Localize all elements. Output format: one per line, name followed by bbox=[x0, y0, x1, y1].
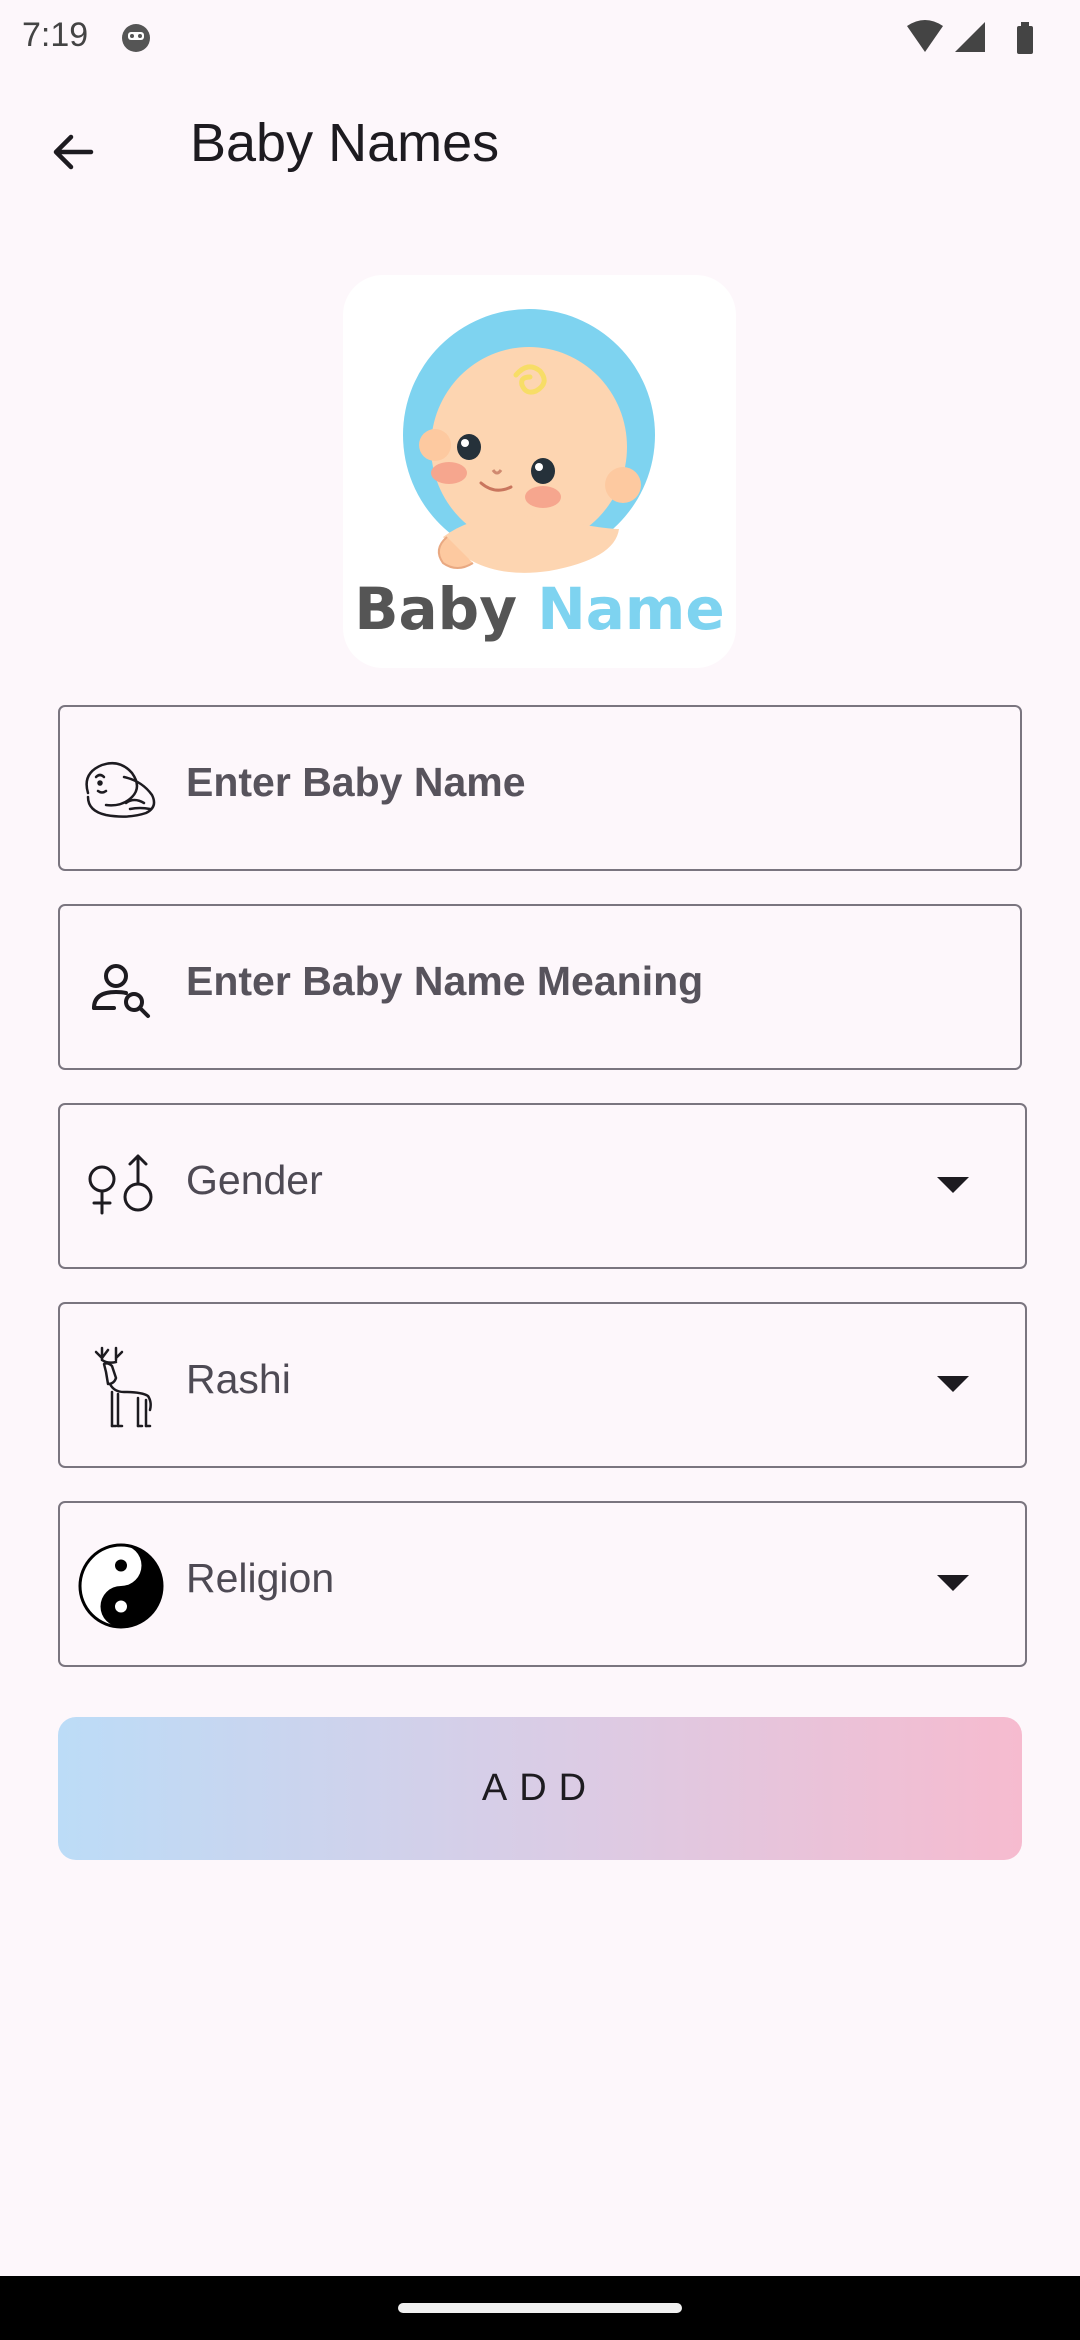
wifi-icon bbox=[907, 20, 943, 52]
chevron-down-icon bbox=[937, 1177, 969, 1193]
religion-label: Religion bbox=[186, 1555, 335, 1601]
logo-word-baby: Baby bbox=[354, 575, 517, 643]
baby-name-meaning-placeholder: Enter Baby Name Meaning bbox=[186, 958, 704, 1004]
page-title: Baby Names bbox=[190, 113, 500, 173]
baby-name-meaning-field[interactable]: Enter Baby Name Meaning bbox=[58, 904, 1022, 1070]
religion-select[interactable]: Religion bbox=[58, 1501, 1027, 1667]
status-time: 7:19 bbox=[22, 16, 89, 54]
home-gesture-handle[interactable] bbox=[398, 2303, 682, 2313]
logo-text: Baby Name bbox=[343, 575, 736, 643]
app-bar: Baby Names bbox=[0, 75, 1080, 220]
chevron-down-icon bbox=[937, 1376, 969, 1392]
system-status-icons bbox=[907, 20, 1033, 54]
navigation-bar bbox=[0, 2276, 1080, 2340]
signal-icon bbox=[955, 22, 985, 52]
rashi-label: Rashi bbox=[186, 1356, 291, 1402]
screen: 7:19 Baby Names Baby Name Enter Baby Nam… bbox=[0, 0, 1080, 2340]
deer-icon bbox=[94, 1346, 152, 1428]
status-bar: 7:19 bbox=[0, 0, 1080, 75]
baby-name-placeholder: Enter Baby Name bbox=[186, 759, 526, 805]
yin-yang-icon bbox=[78, 1543, 164, 1629]
gender-icon bbox=[88, 1154, 153, 1215]
chevron-down-icon bbox=[937, 1575, 969, 1591]
gender-label: Gender bbox=[186, 1157, 323, 1203]
person-search-icon bbox=[92, 964, 150, 1018]
baby-name-field[interactable]: Enter Baby Name bbox=[58, 705, 1022, 871]
add-button[interactable]: ADD bbox=[58, 1717, 1022, 1860]
arrow-back-icon bbox=[53, 134, 94, 170]
baby-icon bbox=[85, 762, 156, 818]
back-button[interactable] bbox=[36, 115, 110, 189]
app-notification-icon bbox=[122, 24, 150, 52]
gender-select[interactable]: Gender bbox=[58, 1103, 1027, 1269]
logo-word-name: Name bbox=[537, 575, 725, 643]
baby-name-logo: Baby Name bbox=[343, 275, 736, 668]
add-button-label: ADD bbox=[481, 1767, 599, 1809]
battery-icon bbox=[1017, 22, 1033, 54]
rashi-select[interactable]: Rashi bbox=[58, 1302, 1027, 1468]
